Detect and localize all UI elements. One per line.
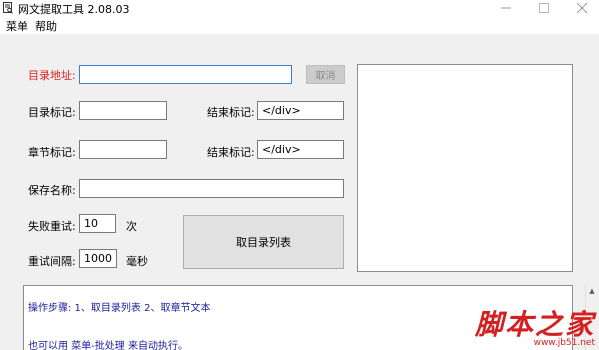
log-line-batch: 也可以用 菜单-批处理 来自动执行。 [28,341,188,350]
save-name-label: 保存名称: [28,184,76,197]
scroll-up-icon[interactable]: ▲ [586,285,598,297]
cancel-button[interactable]: 取消 [306,65,345,84]
catalog-mark-label: 目录标记: [28,106,76,119]
chapter-mark-input[interactable] [79,140,167,159]
menu-item-help[interactable]: 帮助 [35,18,57,34]
retry-count-input[interactable] [79,214,116,233]
close-icon [577,3,587,13]
chapter-end-label: 结束标记: [207,146,255,159]
menu-bar: 菜单 帮助 [0,16,599,34]
catalog-url-label: 目录地址: [28,69,76,82]
catalog-mark-input[interactable] [79,101,167,120]
menu-item-menu[interactable]: 菜单 [6,18,28,34]
title-bar: 网文提取工具 2.08.03 [0,0,599,16]
app-window: 网文提取工具 2.08.03 菜单 帮助 目录地址: 取消 目录标记: 结束标记… [0,0,599,350]
fetch-catalog-button[interactable]: 取目录列表 [183,215,344,269]
chapter-end-input[interactable] [257,140,344,159]
catalog-end-label: 结束标记: [207,106,255,119]
maximize-icon [539,3,549,13]
watermark-logo: 脚本之家 [474,308,595,341]
preview-pane[interactable] [357,64,573,272]
catalog-end-input[interactable] [257,101,344,120]
retry-interval-input[interactable] [79,249,117,268]
watermark: 脚本之家 www.jb51.net [474,308,595,349]
chapter-mark-label: 章节标记: [28,146,76,159]
window-title: 网文提取工具 2.08.03 [18,3,130,16]
maximize-button[interactable] [529,0,559,16]
minimize-button[interactable] [491,0,521,16]
retry-unit: 次 [126,220,137,233]
save-name-input[interactable] [79,179,344,198]
minimize-icon [501,7,511,9]
interval-unit: 毫秒 [126,255,148,268]
retry-label: 失败重试: [28,220,76,233]
app-icon [3,2,13,14]
close-button[interactable] [567,0,597,16]
interval-label: 重试间隔: [28,255,76,268]
catalog-url-input[interactable] [79,65,292,84]
log-line-steps: 操作步骤: 1、取目录列表 2、取章节文本 [28,303,211,314]
